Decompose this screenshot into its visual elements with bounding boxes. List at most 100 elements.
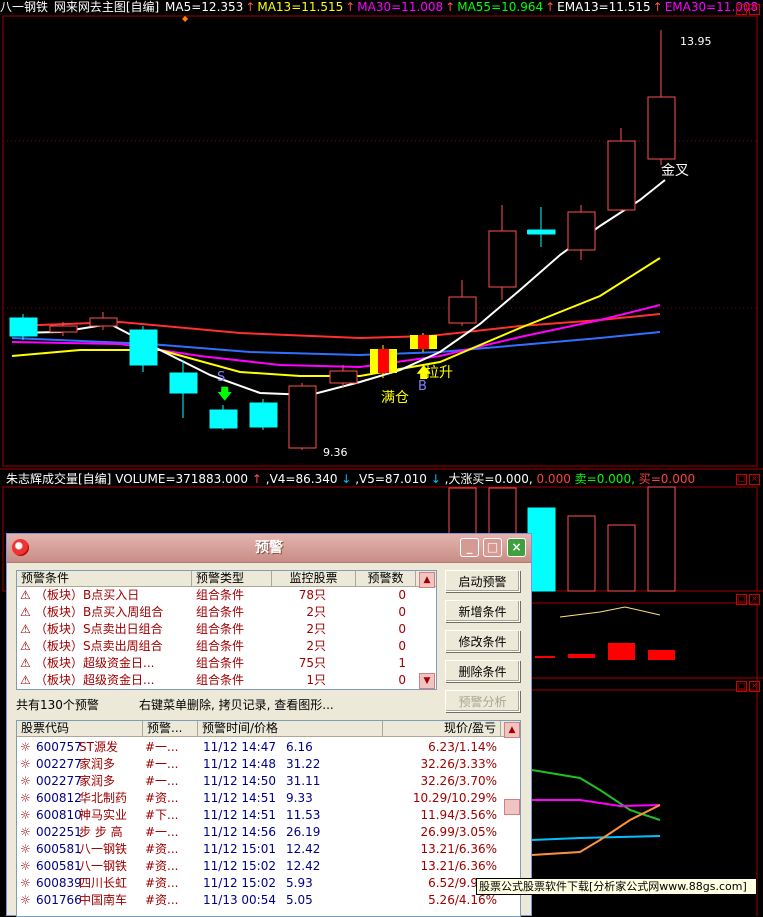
alert-row[interactable]: ☼ 600581 八一钢铁 #资... 11/12 15:01 12.42 13.21/6.… <box>17 841 502 858</box>
golden-cross-label: 金叉 <box>661 163 689 179</box>
volume-bar <box>607 524 636 592</box>
pane-restore-icon[interactable]: □ <box>736 681 747 692</box>
alert-row[interactable]: ☼ 600839 四川长虹 #资... 11/12 15:02 5.93 6.52/9.95… <box>17 875 502 892</box>
context-hint: 右键菜单删除, 拷贝记录, 查看图形... <box>139 698 334 712</box>
close-button[interactable]: × <box>507 538 526 557</box>
side-button-3[interactable]: 删除条件 <box>445 660 520 682</box>
col-header-current[interactable]: 现价/盈亏 <box>383 721 501 736</box>
indicator-value: MA55=10.964 <box>457 0 544 14</box>
current-price-gain: 11.94/3.56% <box>420 808 497 822</box>
candle-body <box>249 402 278 428</box>
indicator-bar <box>535 656 555 658</box>
alerts-header: 股票代码 预警... 预警时间/价格 现价/盈亏 <box>17 721 520 737</box>
alert-row[interactable]: ☼ 002251 步 步 高 #一... 11/12 14:56 26.19 26.99/3… <box>17 824 502 841</box>
col-header-count[interactable]: 预警数 <box>356 571 416 586</box>
alert-condition: #资... <box>145 859 179 873</box>
pane-close-icon[interactable]: × <box>749 681 760 692</box>
alert-row[interactable]: ☼ 600810 神马实业 #下... 11/12 14:51 11.53 11.94/3.… <box>17 807 502 824</box>
condition-type: 组合条件 <box>196 656 245 670</box>
col-header-time-price[interactable]: 预警时间/价格 <box>198 721 383 736</box>
alert-row[interactable]: ☼ 600812 华北制药 #资... 11/12 14:51 9.33 10.29/10.… <box>17 790 502 807</box>
alert-time: 11/12 14:48 <box>203 757 276 771</box>
alert-row[interactable]: ☼ 002277 家润多 #一... 11/12 14:48 31.22 32.26/3.3… <box>17 756 502 773</box>
side-button-0[interactable]: 启动预警 <box>445 570 520 592</box>
sun-icon: ☼ <box>20 842 31 856</box>
dialog-titlebar[interactable]: 预警 _ □ × <box>7 534 531 563</box>
indicator-bar <box>568 654 595 658</box>
conditions-list[interactable]: 预警条件 预警类型 监控股票 预警数 ⚠ （板块）B点买入日 组合条件 78只 0 ⚠ （板… <box>16 570 437 690</box>
condition-stocks: 2只 <box>306 605 326 619</box>
side-button-2[interactable]: 修改条件 <box>445 630 520 652</box>
candle-body <box>488 230 517 288</box>
col-header-condition[interactable]: 预警条件 <box>17 571 192 586</box>
warning-icon: ⚠ <box>20 639 31 653</box>
side-button-4[interactable]: 预警分析 <box>445 690 520 712</box>
alert-condition: #一... <box>145 757 179 771</box>
arrow-up-icon: ↑ <box>345 0 356 14</box>
warning-icon: ⚠ <box>20 656 31 670</box>
indicator-line <box>531 835 661 841</box>
col-header-stocks[interactable]: 监控股票 <box>272 571 356 586</box>
condition-name: （板块）S点卖出周组合 <box>35 639 163 653</box>
condition-row[interactable]: ⚠ （板块）超级资金日... 组合条件 75只 1 <box>17 655 417 672</box>
stock-code: 600839 <box>36 876 82 890</box>
condition-count: 0 <box>398 588 406 602</box>
candle-body <box>448 296 477 324</box>
stock-name: 华北制药 <box>79 791 128 805</box>
alert-price: 31.22 <box>286 757 321 771</box>
alert-row[interactable]: ☼ 600757 ST源发 #一... 11/12 14:47 6.16 6.23/1.14… <box>17 739 502 756</box>
alert-price: 5.05 <box>286 893 313 907</box>
condition-row[interactable]: ⚠ （板块）B点买入周组合 组合条件 2只 0 <box>17 604 417 621</box>
stock-name: 神马实业 <box>79 808 128 822</box>
scroll-down-button[interactable]: ▼ <box>419 673 435 689</box>
warning-icon: ⚠ <box>20 588 31 602</box>
condition-row[interactable]: ⚠ （板块）S点卖出周组合 组合条件 2只 0 <box>17 638 417 655</box>
alert-condition: #资... <box>145 876 179 890</box>
condition-count: 0 <box>398 622 406 636</box>
scroll-up-button[interactable]: ▲ <box>419 572 435 588</box>
pane-restore-icon[interactable]: □ <box>736 474 747 485</box>
scroll-thumb[interactable] <box>504 799 520 815</box>
stock-name: 四川长虹 <box>79 876 128 890</box>
indicator-value: EMA13=11.515 <box>557 0 651 14</box>
alert-price: 12.42 <box>286 842 321 856</box>
condition-name: （板块）S点卖出日组合 <box>35 622 163 636</box>
indicator-line <box>531 804 661 856</box>
pane-restore-icon[interactable]: □ <box>736 4 747 15</box>
pane-close-icon[interactable]: × <box>749 474 760 485</box>
pane-close-icon[interactable]: × <box>749 594 760 605</box>
sun-icon: ☼ <box>20 859 31 873</box>
condition-row[interactable]: ⚠ （板块）超级资金日... 组合条件 1只 0 <box>17 672 417 689</box>
minimize-button[interactable]: _ <box>460 538 479 557</box>
sell-value: 卖=0.000, <box>574 472 635 486</box>
alert-condition: #一... <box>145 825 179 839</box>
maximize-button[interactable]: □ <box>483 538 502 557</box>
col-header-alert[interactable]: 预警... <box>143 721 198 736</box>
condition-type: 组合条件 <box>196 673 245 687</box>
condition-name: （板块）超级资金日... <box>35 656 155 670</box>
value-a: 0.000 <box>536 472 571 486</box>
buy-value: 买=0.000 <box>638 472 696 486</box>
col-header-code[interactable]: 股票代码 <box>17 721 143 736</box>
alert-row[interactable]: ☼ 002277 家润多 #一... 11/12 14:50 31.11 32.26/3.7… <box>17 773 502 790</box>
stock-code: 600810 <box>36 808 82 822</box>
high-price-label: 13.95 <box>680 35 712 48</box>
alert-row[interactable]: ☼ 601766 中国南车 #资... 11/13 00:54 5.05 5.26/4.16… <box>17 892 502 909</box>
pane-restore-icon[interactable]: □ <box>736 594 747 605</box>
scroll-up-button[interactable]: ▲ <box>504 722 520 738</box>
condition-stocks: 1只 <box>306 673 326 687</box>
indicator-list: MA5=12.353 ↑ MA13=11.515 ↑ MA30=11.008 ↑ MA55=… <box>165 0 763 14</box>
condition-row[interactable]: ⚠ （板块）S点卖出日组合 组合条件 2只 0 <box>17 621 417 638</box>
condition-row[interactable]: ⚠ （板块）B点买入日 组合条件 78只 0 <box>17 587 417 604</box>
condition-count: 1 <box>398 656 406 670</box>
pane-close-icon[interactable]: × <box>749 4 760 15</box>
indicator-value: MA13=11.515 <box>257 0 344 14</box>
side-button-1[interactable]: 新增条件 <box>445 600 520 622</box>
candle-body <box>329 370 358 384</box>
condition-name: （板块）超级资金日... <box>35 673 155 687</box>
alerts-list[interactable]: 股票代码 预警... 预警时间/价格 现价/盈亏 ☼ 600757 ST源发 #一..… <box>16 720 521 917</box>
alert-time: 11/12 14:51 <box>203 791 276 805</box>
col-header-type[interactable]: 预警类型 <box>192 571 272 586</box>
alert-condition: #资... <box>145 893 179 907</box>
alert-row[interactable]: ☼ 600581 八一钢铁 #资... 11/12 15:02 12.42 13.21/6.… <box>17 858 502 875</box>
